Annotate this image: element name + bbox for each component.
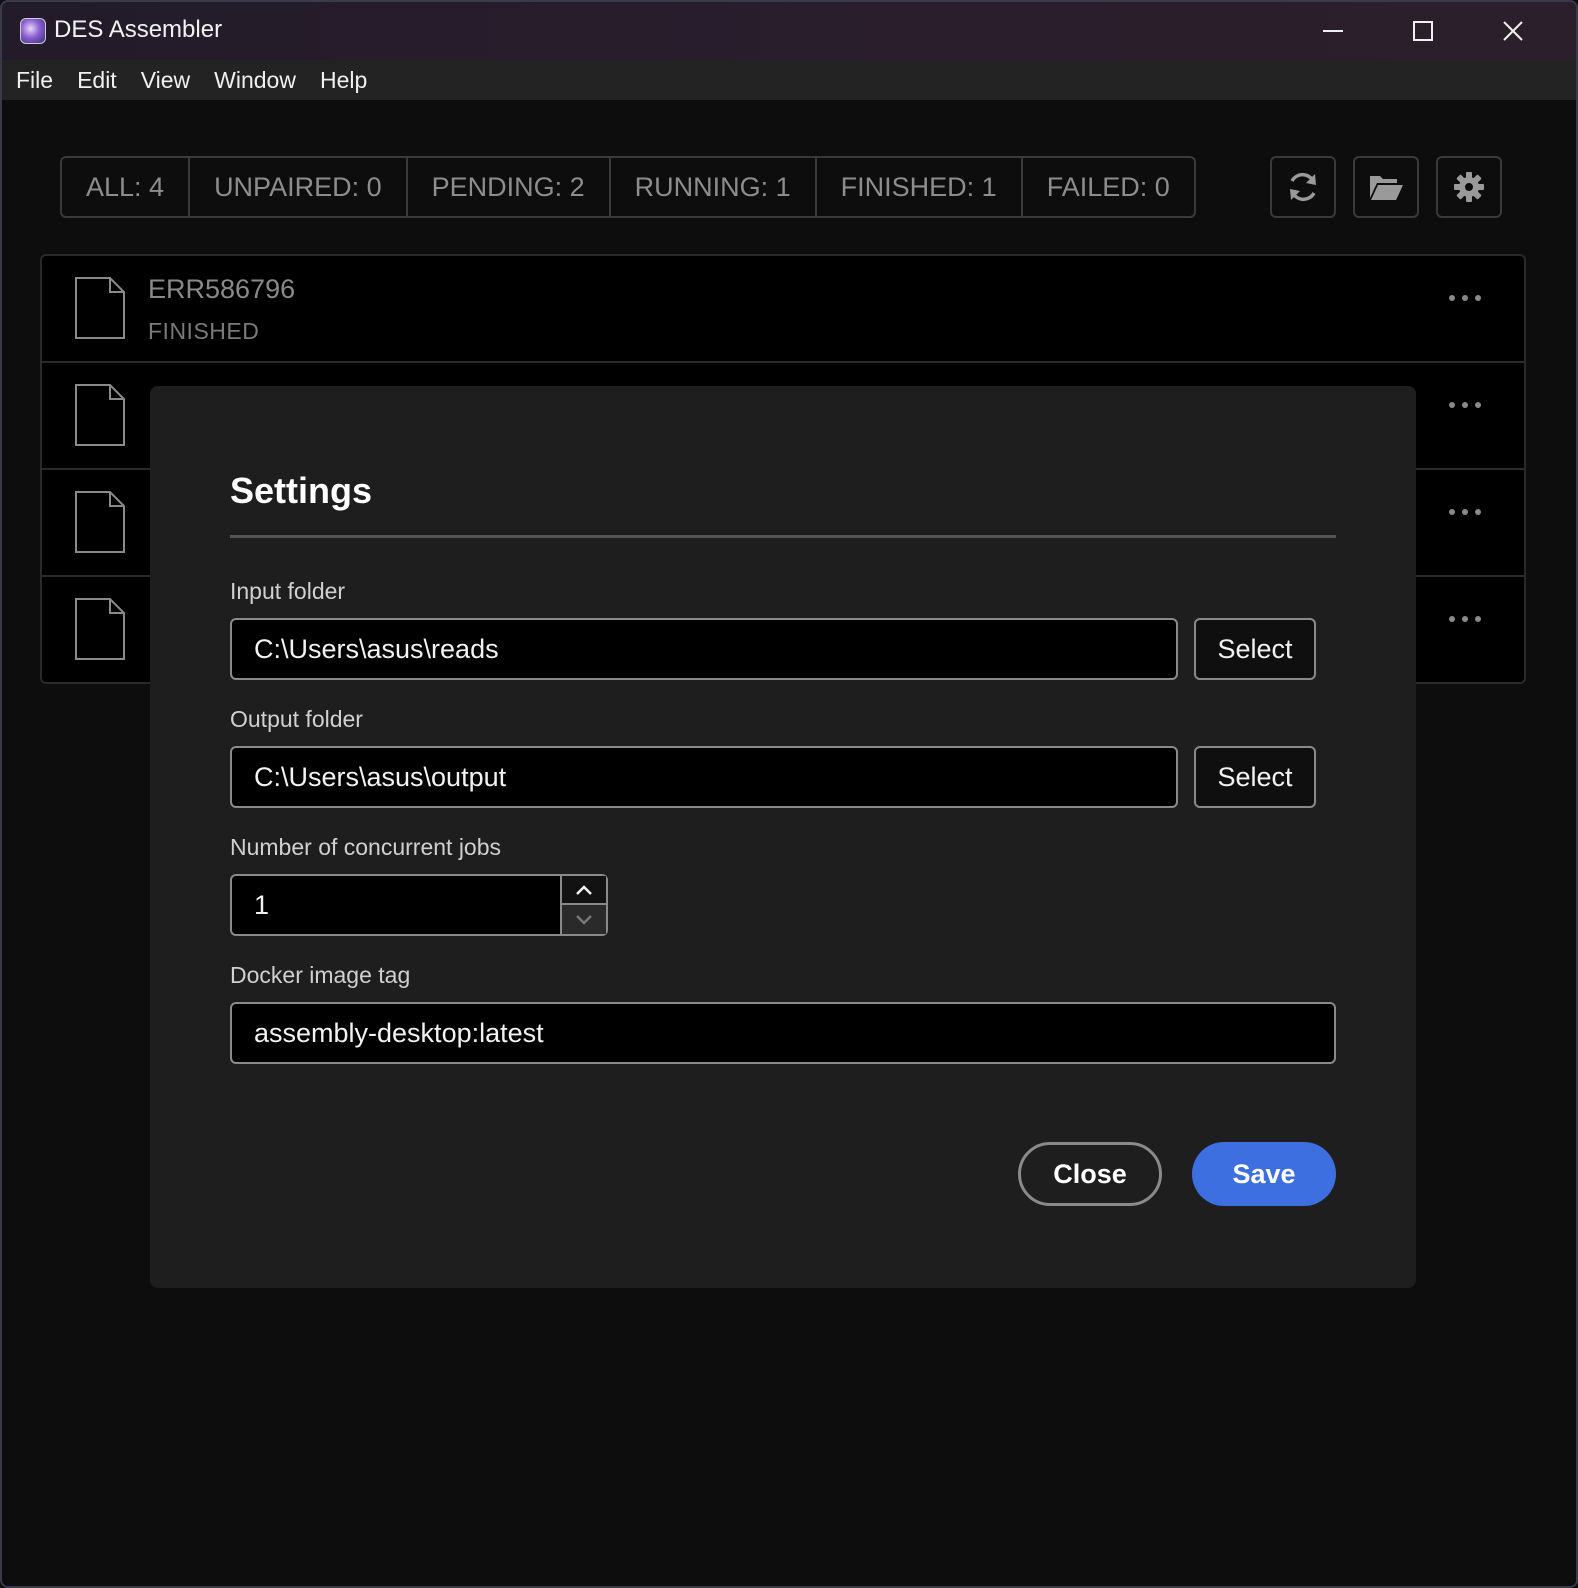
menu-bar: File Edit View Window Help [2,60,1576,100]
open-folder-button[interactable] [1353,156,1419,218]
increment-button[interactable] [562,876,606,905]
select-output-folder-button[interactable]: Select [1194,746,1316,808]
docker-image-tag-field[interactable]: assembly-desktop:latest [230,1002,1336,1064]
title-bar[interactable]: DES Assembler [2,2,1576,60]
refresh-icon [1290,172,1316,202]
minimize-icon [1323,30,1343,32]
docker-image-tag-label: Docker image tag [230,962,411,988]
settings-dialog: Settings Input folder C:\Users\asus\read… [150,386,1416,1288]
folder-open-icon [1370,176,1403,200]
dialog-title: Settings [230,470,373,511]
save-button[interactable]: Save [1192,1142,1336,1206]
app-window: DES Assembler File Edit View Window Help… [0,0,1578,1588]
window-title: DES Assembler [54,16,223,43]
select-input-folder-button[interactable]: Select [1194,618,1316,680]
more-options-icon[interactable] [1448,615,1482,623]
file-icon [75,598,125,660]
job-row[interactable]: ERR586796 FINISHED [42,256,1524,363]
menu-window[interactable]: Window [214,67,296,94]
maximize-icon [1413,21,1433,41]
close-icon [1503,21,1523,41]
filter-all[interactable]: ALL: 4 [62,158,191,216]
menu-edit[interactable]: Edit [77,67,117,94]
filter-failed[interactable]: FAILED: 0 [1023,158,1194,216]
chevron-up-icon [576,884,592,895]
maximize-button[interactable] [1378,2,1468,60]
more-options-icon[interactable] [1448,401,1482,409]
file-icon [75,277,125,339]
job-name: ERR586796 [148,274,296,304]
input-folder-field[interactable]: C:\Users\asus\reads [230,618,1178,680]
menu-help[interactable]: Help [320,67,367,94]
file-icon [75,491,125,553]
status-filter-bar: ALL: 4 UNPAIRED: 0 PENDING: 2 RUNNING: 1… [60,156,1196,218]
settings-button[interactable] [1436,156,1502,218]
input-folder-label: Input folder [230,578,346,604]
app-logo-icon [20,18,46,44]
gear-icon [1454,172,1484,202]
close-button[interactable]: Close [1018,1142,1162,1206]
concurrent-jobs-label: Number of concurrent jobs [230,834,502,860]
dialog-divider [230,535,1336,538]
output-folder-label: Output folder [230,706,363,732]
file-icon [75,384,125,446]
filter-pending[interactable]: PENDING: 2 [408,158,611,216]
filter-unpaired[interactable]: UNPAIRED: 0 [190,158,408,216]
filter-finished[interactable]: FINISHED: 1 [817,158,1023,216]
filter-running[interactable]: RUNNING: 1 [611,158,817,216]
output-folder-field[interactable]: C:\Users\asus\output [230,746,1178,808]
more-options-icon[interactable] [1448,508,1482,516]
refresh-button[interactable] [1270,156,1336,218]
close-window-button[interactable] [1468,2,1558,60]
menu-file[interactable]: File [16,67,53,94]
menu-view[interactable]: View [141,67,190,94]
decrement-button[interactable] [562,905,606,934]
more-options-icon[interactable] [1448,294,1482,302]
concurrent-jobs-input[interactable]: 1 [230,874,562,936]
chevron-down-icon [576,914,592,925]
concurrent-jobs-stepper [560,874,608,936]
minimize-button[interactable] [1288,2,1378,60]
job-status: FINISHED [148,318,260,344]
